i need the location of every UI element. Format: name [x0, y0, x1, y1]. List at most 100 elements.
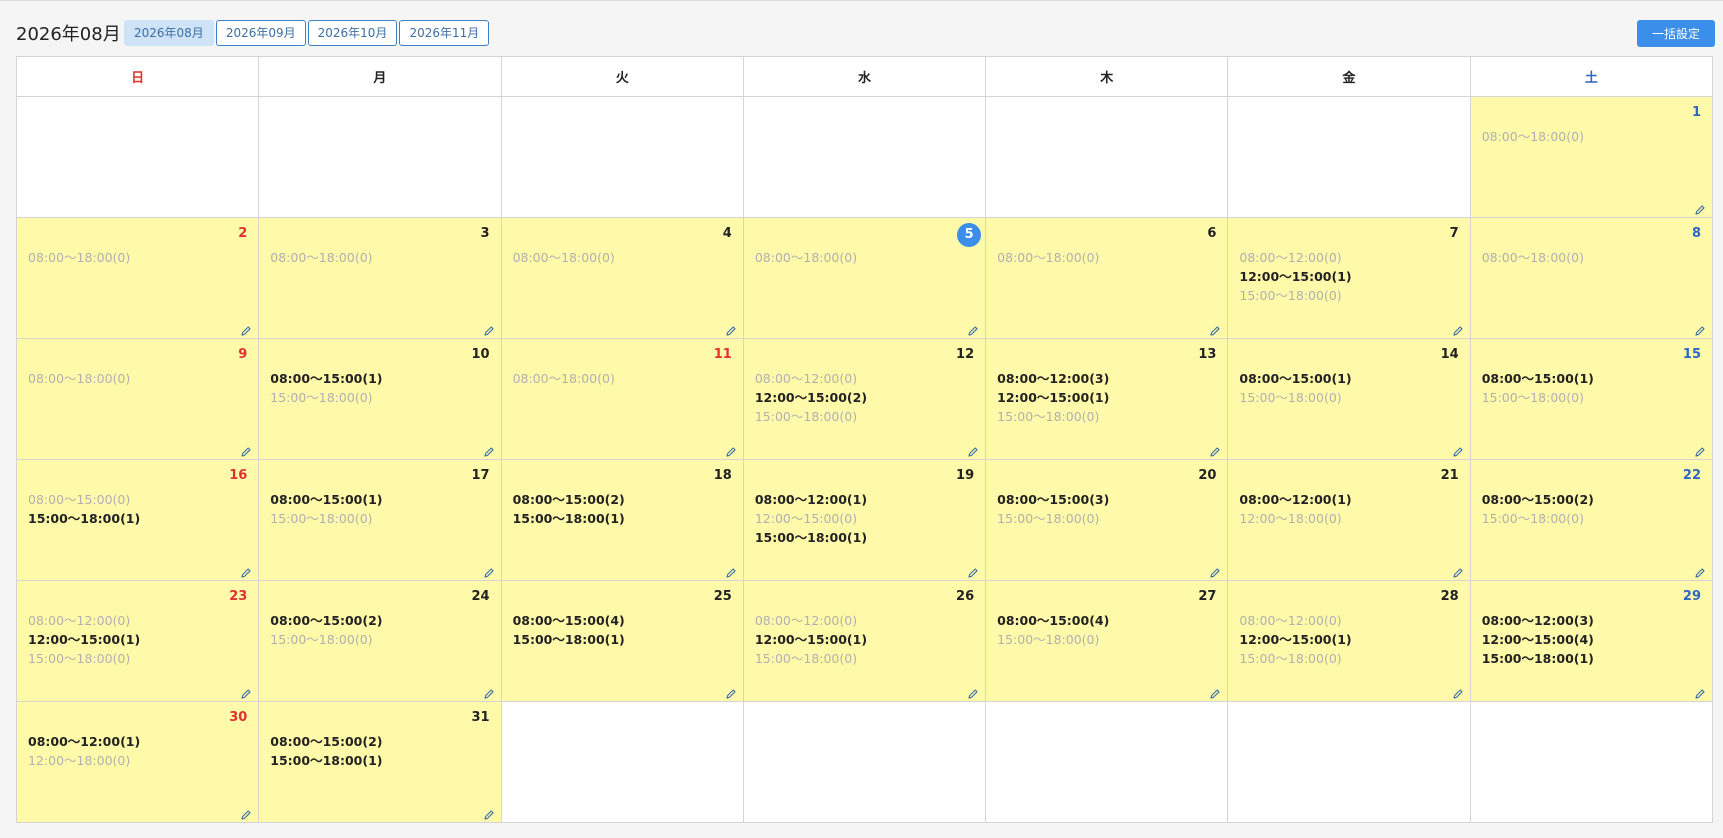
time-slot-list: 08:00〜12:00(1) 12:00〜18:00(0) — [28, 732, 140, 770]
time-slot: 08:00〜12:00(0) — [754, 371, 858, 386]
tab-2026-10[interactable]: 2026年10月 — [307, 20, 398, 46]
calendar-day-cell[interactable]: 9 08:00〜18:00(0) — [15, 338, 260, 460]
time-slot: 08:00〜18:00(0) — [997, 250, 1100, 265]
pencil-icon[interactable] — [1209, 564, 1221, 578]
pencil-icon[interactable] — [725, 322, 737, 336]
time-slot-list: 08:00〜12:00(0) 12:00〜15:00(1) 15:00〜18:00(… — [28, 611, 140, 668]
calendar-day-cell[interactable]: 3 08:00〜18:00(0) — [258, 217, 502, 339]
calendar-day-cell[interactable]: 6 08:00〜18:00(0) — [985, 217, 1229, 339]
time-slot-list: 08:00〜12:00(3) 12:00〜15:00(1) 15:00〜18:00(… — [997, 369, 1109, 426]
time-slot-list: 08:00〜15:00(2) 15:00〜18:00(1) — [270, 732, 382, 770]
time-slot: 15:00〜18:00(0) — [270, 511, 373, 526]
calendar-day-cell[interactable]: 12 08:00〜12:00(0) 12:00〜15:00(2) 15:00〜18:0… — [742, 338, 987, 460]
calendar-day-cell[interactable]: 30 08:00〜12:00(1) 12:00〜18:00(0) — [15, 701, 260, 823]
time-slot: 08:00〜18:00(0) — [270, 250, 373, 265]
pencil-icon[interactable] — [240, 443, 252, 457]
pencil-icon[interactable] — [1209, 322, 1221, 336]
pencil-icon[interactable] — [240, 564, 252, 578]
pencil-icon[interactable] — [1694, 201, 1706, 215]
calendar-day-cell[interactable]: 22 08:00〜15:00(2) 15:00〜18:00(0) — [1469, 459, 1714, 581]
weekday-header-fri: 金 — [1227, 56, 1471, 97]
calendar-day-cell[interactable]: 1 08:00〜18:00(0) — [1469, 96, 1714, 218]
time-slot-list: 08:00〜18:00(0) — [513, 369, 615, 388]
pencil-icon[interactable] — [1694, 443, 1706, 457]
pencil-icon[interactable] — [1694, 685, 1706, 699]
calendar-day-cell[interactable]: 13 08:00〜12:00(3) 12:00〜15:00(1) 15:00〜18:0… — [985, 338, 1229, 460]
pencil-icon[interactable] — [1452, 322, 1464, 336]
calendar-day-cell[interactable]: 27 08:00〜15:00(4) 15:00〜18:00(0) — [985, 580, 1229, 702]
time-slot-list: 08:00〜12:00(0) 12:00〜15:00(1) 15:00〜18:00(… — [755, 611, 867, 668]
calendar-week-row: 16 08:00〜15:00(0) 15:00〜18:00(1) 17 08:00〜15… — [15, 459, 1714, 581]
pencil-icon[interactable] — [967, 685, 979, 699]
pencil-icon[interactable] — [240, 806, 252, 820]
time-slot: 08:00〜12:00(0) — [754, 613, 858, 628]
pencil-icon[interactable] — [967, 322, 979, 336]
time-slot: 15:00〜18:00(0) — [270, 390, 373, 405]
calendar-day-cell[interactable]: 25 08:00〜15:00(4) 15:00〜18:00(1) — [500, 580, 744, 702]
time-slot: 08:00〜12:00(0) — [1239, 613, 1342, 628]
time-slot-list: 08:00〜12:00(0) 12:00〜15:00(2) 15:00〜18:00(… — [755, 369, 867, 426]
pencil-icon[interactable] — [1452, 443, 1464, 457]
calendar-day-cell[interactable]: 14 08:00〜15:00(1) 15:00〜18:00(0) — [1227, 338, 1471, 460]
bulk-settings-button[interactable]: 一括設定 — [1637, 20, 1715, 47]
time-slot: 15:00〜18:00(0) — [270, 632, 373, 647]
time-slot: 12:00〜15:00(1) — [997, 390, 1110, 405]
day-number: 2 — [238, 226, 248, 241]
time-slot: 08:00〜15:00(2) — [270, 613, 383, 628]
pencil-icon[interactable] — [1209, 685, 1221, 699]
pencil-icon[interactable] — [483, 322, 495, 336]
calendar-day-cell[interactable]: 17 08:00〜15:00(1) 15:00〜18:00(0) — [258, 459, 502, 581]
calendar-day-cell[interactable]: 15 08:00〜15:00(1) 15:00〜18:00(0) — [1469, 338, 1714, 460]
page-title: 2026年08月 — [16, 24, 121, 45]
time-slot: 15:00〜18:00(0) — [754, 651, 858, 666]
pencil-icon[interactable] — [483, 685, 495, 699]
calendar-day-cell[interactable]: 31 08:00〜15:00(2) 15:00〜18:00(1) — [258, 701, 502, 823]
pencil-icon[interactable] — [725, 443, 737, 457]
calendar-day-cell[interactable]: 26 08:00〜12:00(0) 12:00〜15:00(1) 15:00〜18:0… — [742, 580, 987, 702]
time-slot: 15:00〜18:00(0) — [1239, 288, 1342, 303]
pencil-icon[interactable] — [240, 322, 252, 336]
tab-2026-11[interactable]: 2026年11月 — [399, 20, 490, 46]
calendar-day-cell[interactable]: 20 08:00〜15:00(3) 15:00〜18:00(0) — [985, 459, 1229, 581]
pencil-icon[interactable] — [1694, 564, 1706, 578]
calendar-day-cell[interactable]: 28 08:00〜12:00(0) 12:00〜15:00(1) 15:00〜18:0… — [1227, 580, 1471, 702]
day-number: 30 — [229, 710, 248, 725]
pencil-icon[interactable] — [725, 564, 737, 578]
pencil-icon[interactable] — [483, 564, 495, 578]
pencil-icon[interactable] — [1209, 443, 1221, 457]
pencil-icon[interactable] — [967, 564, 979, 578]
pencil-icon[interactable] — [725, 685, 737, 699]
calendar-day-cell[interactable]: 18 08:00〜15:00(2) 15:00〜18:00(1) — [500, 459, 744, 581]
calendar-day-cell[interactable]: 2 08:00〜18:00(0) — [15, 217, 260, 339]
pencil-icon[interactable] — [483, 443, 495, 457]
pencil-icon[interactable] — [1452, 564, 1464, 578]
pencil-icon[interactable] — [967, 443, 979, 457]
calendar-day-cell[interactable]: 7 08:00〜12:00(0) 12:00〜15:00(1) 15:00〜18:00… — [1227, 217, 1471, 339]
calendar-day-cell[interactable]: 19 08:00〜12:00(1) 12:00〜15:00(0) 15:00〜18:0… — [742, 459, 987, 581]
calendar-day-cell[interactable]: 23 08:00〜12:00(0) 12:00〜15:00(1) 15:00〜18:0… — [15, 580, 260, 702]
calendar-day-cell[interactable]: 5 08:00〜18:00(0) — [742, 217, 987, 339]
pencil-icon[interactable] — [240, 685, 252, 699]
calendar-day-cell[interactable]: 11 08:00〜18:00(0) — [500, 338, 744, 460]
day-number: 16 — [229, 468, 248, 483]
tab-2026-08[interactable]: 2026年08月 — [124, 20, 214, 46]
weekday-header-tue: 火 — [500, 56, 744, 97]
tab-2026-09[interactable]: 2026年09月 — [215, 20, 306, 46]
time-slot: 08:00〜15:00(1) — [270, 371, 383, 386]
calendar-day-cell[interactable]: 29 08:00〜12:00(3) 12:00〜15:00(4) 15:00〜18:0… — [1469, 580, 1714, 702]
calendar-day-cell[interactable]: 4 08:00〜18:00(0) — [500, 217, 744, 339]
pencil-icon[interactable] — [1694, 322, 1706, 336]
time-slot-list: 08:00〜15:00(1) 15:00〜18:00(0) — [1482, 369, 1594, 407]
day-number: 25 — [713, 589, 732, 604]
time-slot: 15:00〜18:00(0) — [1481, 390, 1584, 405]
pencil-icon[interactable] — [483, 806, 495, 820]
calendar-day-cell[interactable]: 21 08:00〜12:00(1) 12:00〜18:00(0) — [1227, 459, 1471, 581]
day-number: 8 — [1691, 226, 1701, 241]
time-slot: 08:00〜15:00(1) — [1239, 371, 1352, 386]
pencil-icon[interactable] — [1452, 685, 1464, 699]
calendar-day-cell[interactable]: 24 08:00〜15:00(2) 15:00〜18:00(0) — [258, 580, 502, 702]
time-slot: 15:00〜18:00(0) — [28, 651, 131, 666]
calendar-day-cell[interactable]: 16 08:00〜15:00(0) 15:00〜18:00(1) — [15, 459, 260, 581]
calendar-day-cell[interactable]: 8 08:00〜18:00(0) — [1469, 217, 1714, 339]
calendar-day-cell[interactable]: 10 08:00〜15:00(1) 15:00〜18:00(0) — [258, 338, 502, 460]
